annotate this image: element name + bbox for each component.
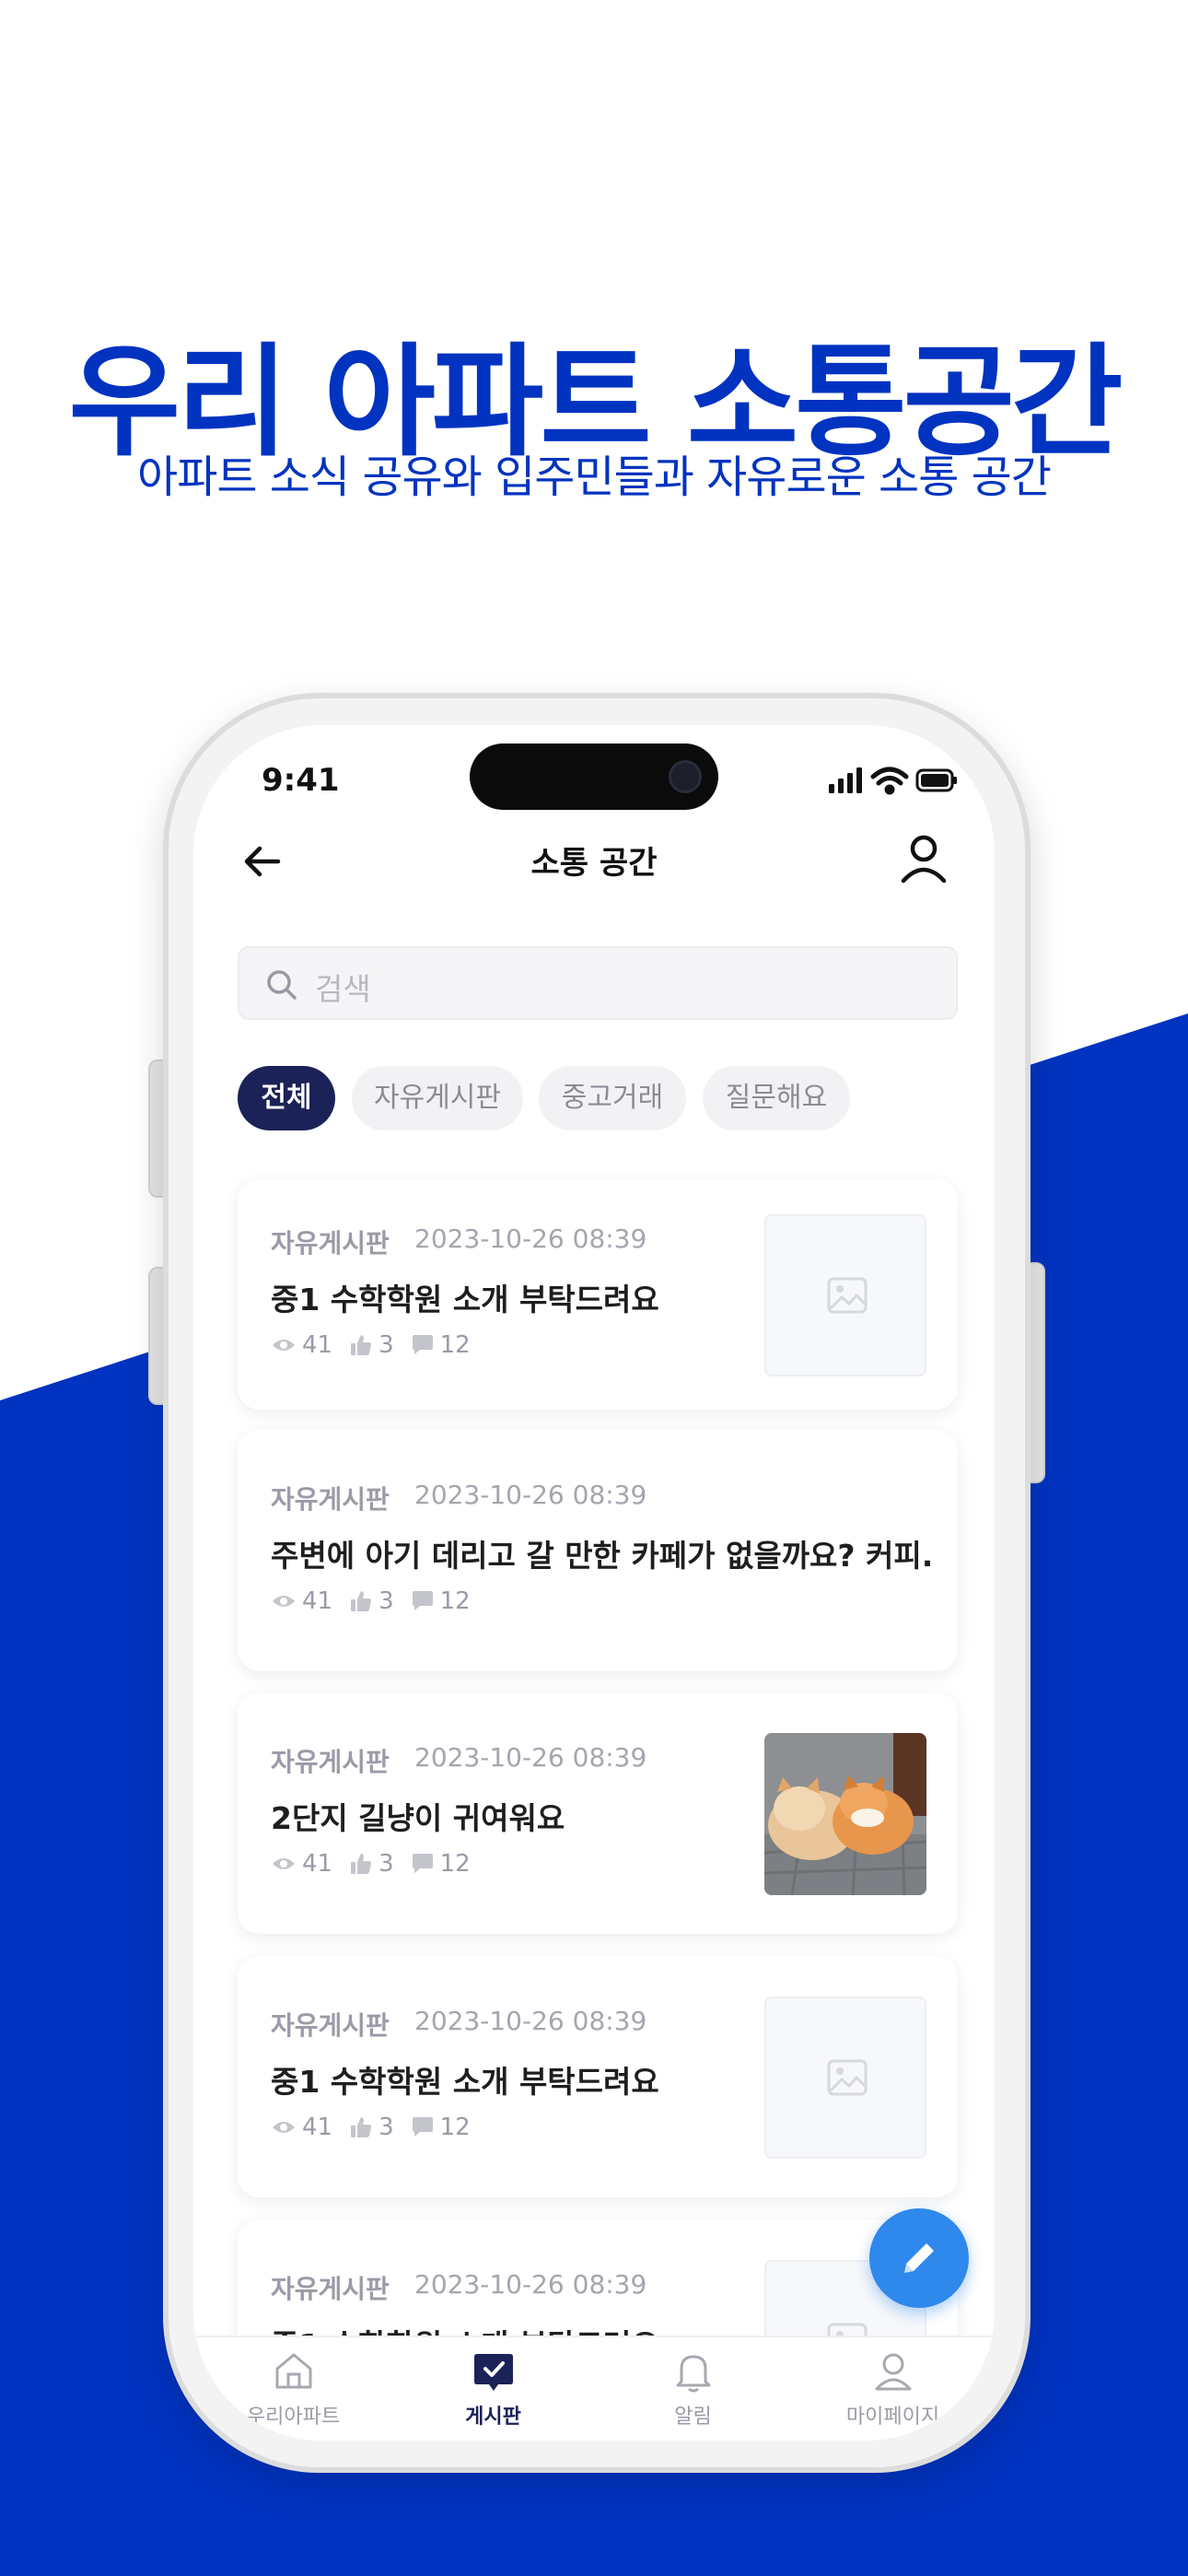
thumbnail-cats-photo [764,1733,926,1895]
likes-count: 3 [379,1850,394,1878]
camera-icon [669,760,702,793]
pencil-icon [904,2243,934,2273]
chip-used-trade[interactable]: 중고거래 [539,1066,686,1130]
page-title: 소통 공간 [530,845,658,882]
post-date: 2023-10-26 08:39 [414,1742,647,1773]
chip-all[interactable]: 전체 [238,1066,335,1130]
phone-screen: 9:41 소통 공간 검색 전체 자유게시판 중고거래 질문해요 자유게시판 2… [193,725,995,2441]
post-category: 자유게시판 [271,1228,390,1259]
post-title: 2단지 길냥이 귀여워요 [271,1800,565,1836]
tab-label: 알림 [674,2406,712,2429]
likes-count: 3 [379,1587,394,1615]
post-category: 자유게시판 [271,1747,390,1777]
tab-my-page[interactable]: 마이페이지 [793,2337,993,2441]
post-stats: 41 3 12 [271,2113,487,2142]
status-time: 9:41 [262,762,340,799]
thumbs-up-icon [351,1591,372,1611]
image-icon [827,2059,868,2096]
tab-label: 우리아파트 [246,2406,341,2429]
search-icon [267,970,297,1000]
eye-icon [273,1858,295,1869]
eye-icon [273,1596,295,1607]
thumbs-up-icon [351,2117,372,2137]
hero-subtitle: 아파트 소식 공유와 입주민들과 자유로운 소통 공간 [137,451,1052,503]
tab-board[interactable]: 게시판 [393,2337,593,2441]
chip-questions[interactable]: 질문해요 [703,1066,850,1130]
post-card[interactable]: 자유게시판 2023-10-26 08:39 2단지 길냥이 귀여워요 41 3… [238,1692,958,1934]
user-icon [875,2353,912,2391]
tab-label: 게시판 [465,2406,521,2429]
tab-label: 마이페이지 [845,2406,940,2429]
tab-my-apartment[interactable]: 우리아파트 [193,2337,393,2441]
bell-icon [676,2355,711,2393]
thumbnail-placeholder [764,1996,926,2159]
post-stats: 41 3 12 [271,1849,487,1879]
post-card[interactable]: 자유게시판 2023-10-26 08:39 중1 수학학원 소개 부탁드려요 … [238,1179,958,1410]
bottom-tab-bar: 우리아파트 게시판 알림 마이페이지 [193,2336,995,2441]
post-category: 자유게시판 [271,1484,390,1515]
post-card[interactable]: 자유게시판 2023-10-26 08:39 주변에 아기 데리고 갈 만한 카… [238,1430,958,1671]
post-date: 2023-10-26 08:39 [414,1224,647,1254]
comments-count: 12 [439,1331,471,1359]
comment-icon [412,1591,433,1610]
comment-icon [412,2117,433,2137]
comment-icon [412,1854,433,1873]
dynamic-island [470,744,718,810]
write-post-button[interactable] [869,2208,969,2308]
eye-icon [273,2122,295,2133]
post-date: 2023-10-26 08:39 [414,2269,647,2300]
post-date: 2023-10-26 08:39 [414,2006,647,2036]
comments-count: 12 [439,2113,471,2141]
post-category: 자유게시판 [271,2274,390,2304]
status-icons [829,767,957,795]
likes-count: 3 [379,1331,394,1359]
thumbnail-placeholder [764,1214,926,1376]
comments-count: 12 [439,1587,471,1615]
chip-free-board[interactable]: 자유게시판 [352,1066,523,1130]
battery-icon [915,768,957,792]
image-icon [827,1277,868,1314]
user-icon[interactable] [898,831,949,886]
thumbs-up-icon [351,1335,372,1355]
comment-icon [412,1335,433,1354]
comments-count: 12 [439,1850,471,1878]
post-stats: 41 3 12 [271,1587,487,1616]
tab-notifications[interactable]: 알림 [593,2337,793,2441]
views-count: 41 [302,1850,333,1878]
views-count: 41 [302,1587,333,1615]
post-date: 2023-10-26 08:39 [414,1480,647,1510]
post-title: 주변에 아기 데리고 갈 만한 카페가 없을까요? 커피... [271,1538,934,1574]
post-stats: 41 3 12 [271,1330,487,1360]
post-card[interactable]: 자유게시판 2023-10-26 08:39 중1 수학학원 소개 부탁드려요 … [238,1956,958,2197]
post-category: 자유게시판 [271,2010,390,2041]
wifi-icon [870,767,909,795]
board-check-icon [474,2354,513,2391]
search-placeholder: 검색 [315,971,371,1007]
eye-icon [273,1340,295,1351]
post-title: 중1 수학학원 소개 부탁드려요 [271,1282,659,1317]
search-input[interactable]: 검색 [238,946,958,1020]
arrow-left-icon[interactable] [238,836,289,887]
signal-icon [829,767,862,793]
post-title: 중1 수학학원 소개 부탁드려요 [271,2064,659,2100]
likes-count: 3 [379,2113,394,2141]
views-count: 41 [302,1331,333,1359]
views-count: 41 [302,2113,333,2141]
home-icon [275,2353,312,2389]
thumbs-up-icon [351,1854,372,1874]
